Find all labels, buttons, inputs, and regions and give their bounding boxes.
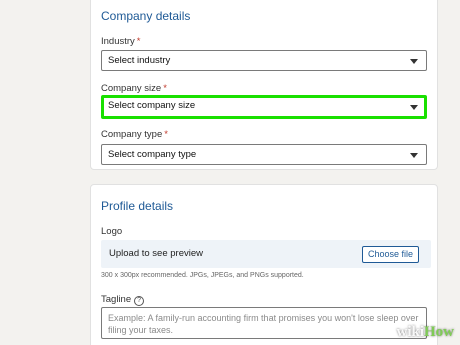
wikihow-watermark: wikiHow: [396, 324, 454, 340]
company-type-select[interactable]: Select company type: [101, 144, 427, 165]
help-icon[interactable]: ?: [134, 296, 145, 306]
company-size-select[interactable]: Select company size: [101, 95, 427, 119]
logo-hint: 300 x 300px recommended. JPGs, JPEGs, an…: [101, 272, 304, 279]
chevron-down-icon: [410, 105, 418, 110]
company-type-label: Company type *: [101, 129, 168, 140]
chevron-down-icon: [410, 152, 418, 158]
company-details-title: Company details: [101, 9, 191, 23]
industry-select[interactable]: Select industry: [101, 50, 427, 71]
page: Company details Industry * Select industr…: [0, 0, 460, 345]
chevron-down-icon: [410, 58, 418, 64]
company-size-label: Company size *: [101, 83, 167, 94]
company-details-card: Company details Industry * Select industr…: [90, 0, 438, 170]
logo-label: Logo: [101, 226, 123, 237]
tagline-label: Tagline?: [101, 294, 145, 306]
logo-upload-area: Upload to see preview Choose file: [101, 240, 431, 268]
tagline-input[interactable]: Example: A family-run accounting firm th…: [101, 307, 427, 339]
industry-label: Industry *: [101, 36, 141, 47]
choose-file-button[interactable]: Choose file: [361, 246, 419, 263]
upload-preview-text: Upload to see preview: [109, 248, 203, 259]
profile-details-card: Profile details Logo Upload to see previ…: [90, 184, 438, 345]
profile-details-title: Profile details: [101, 199, 174, 213]
